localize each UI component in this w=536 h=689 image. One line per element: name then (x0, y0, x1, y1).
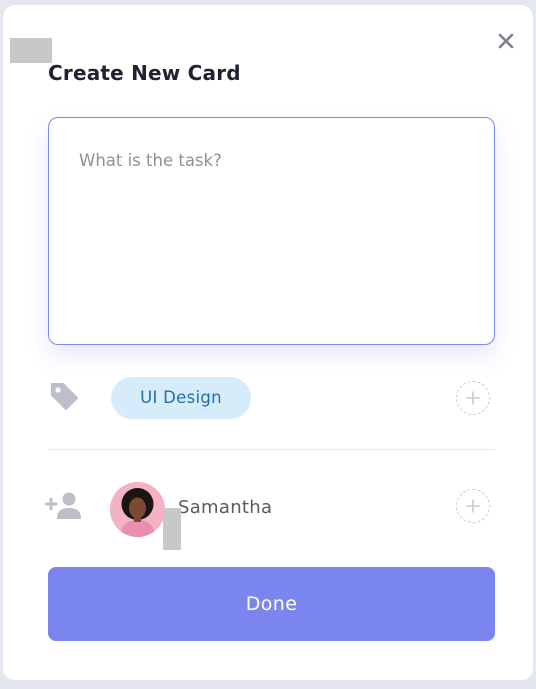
tag-chip-ui-design[interactable]: UI Design (111, 377, 251, 419)
task-input[interactable] (48, 117, 495, 345)
section-divider (48, 449, 495, 450)
avatar-samantha-icon (110, 482, 165, 537)
close-icon[interactable] (496, 31, 516, 51)
assignee-name: Samantha (178, 497, 273, 518)
plus-icon (466, 499, 480, 513)
plus-icon (466, 391, 480, 405)
tag-icon (48, 380, 80, 412)
create-card-dialog: Create New Card UI Design Samantha (3, 5, 533, 680)
dialog-title: Create New Card (48, 61, 241, 85)
close-button[interactable] (496, 31, 516, 51)
done-button[interactable]: Done (48, 567, 495, 641)
redaction-block (163, 508, 181, 550)
add-assignee-button[interactable] (456, 489, 490, 523)
add-tag-button[interactable] (456, 381, 490, 415)
redaction-block (10, 38, 52, 63)
avatar (110, 482, 165, 537)
add-user-icon (44, 489, 83, 521)
